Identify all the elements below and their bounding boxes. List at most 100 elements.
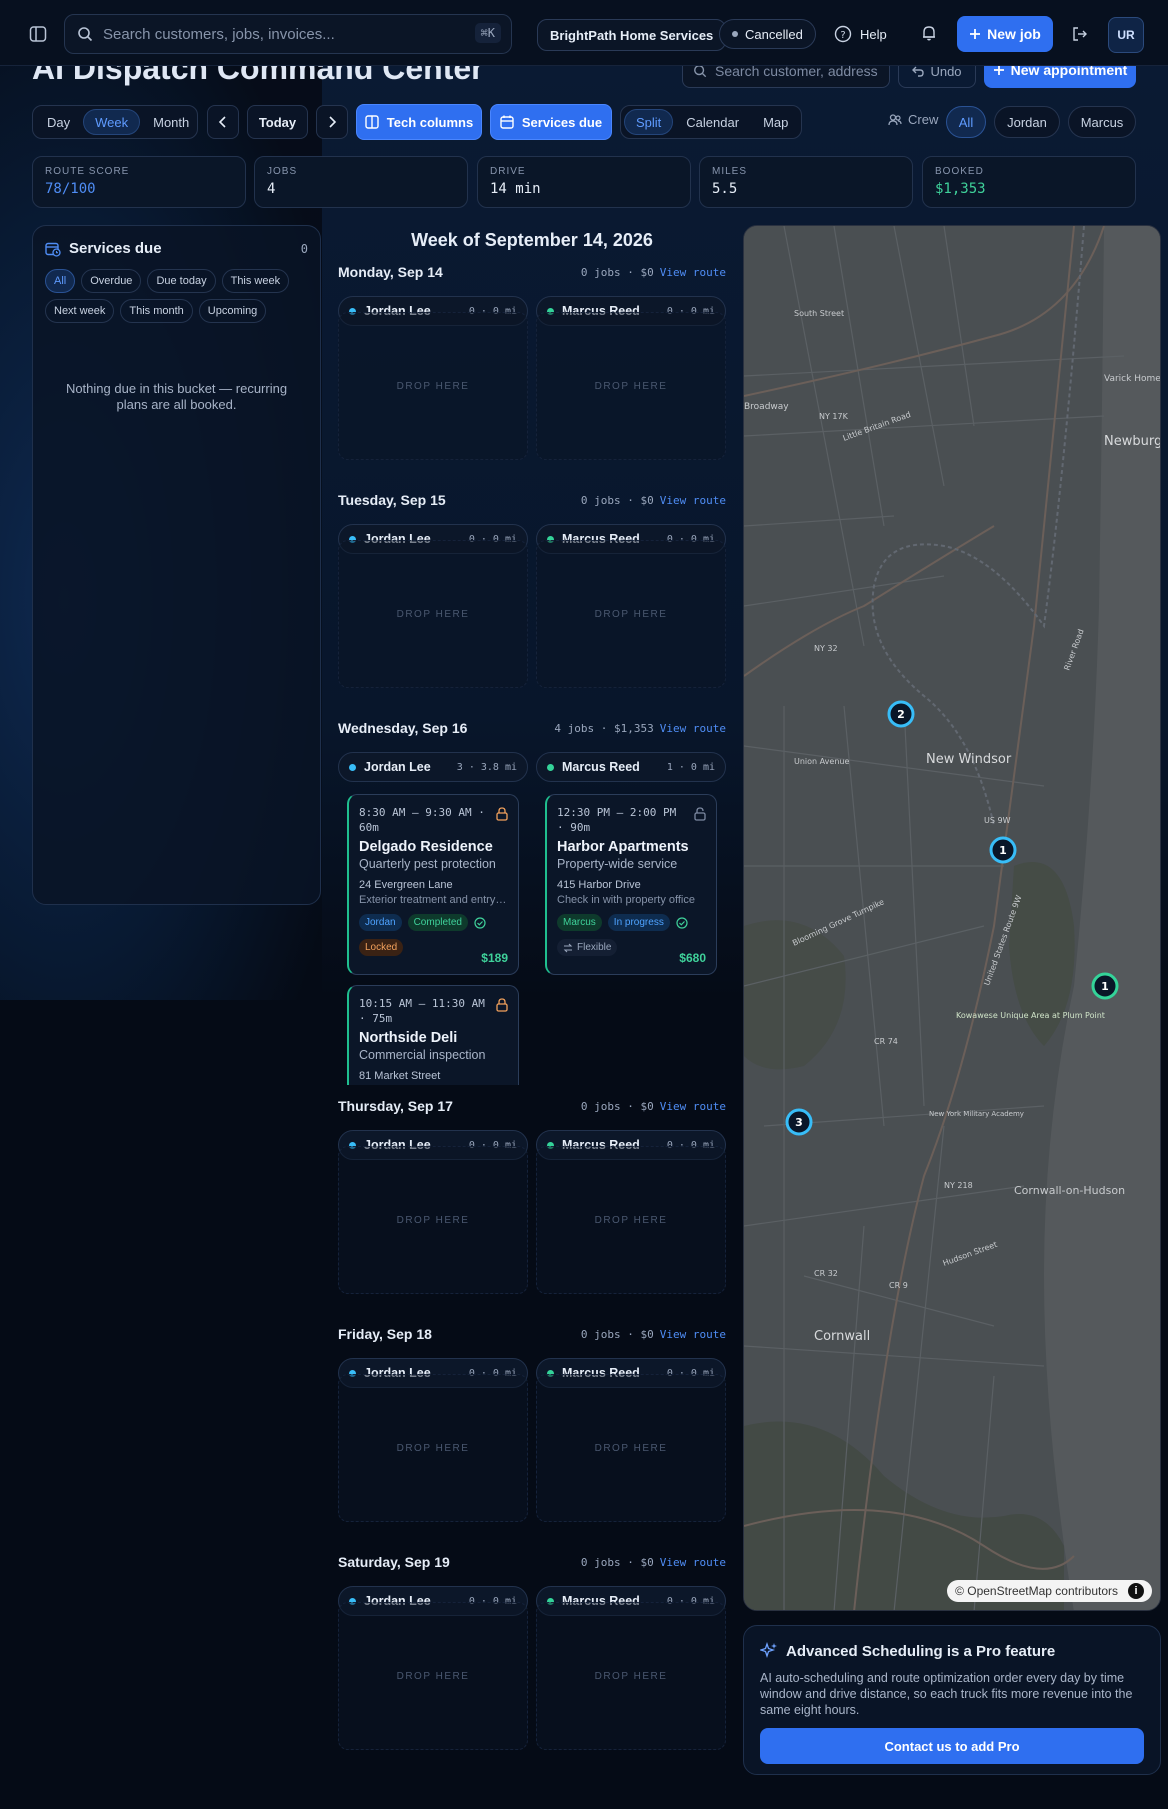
day-summary-text: 0 jobs · $0 bbox=[580, 1100, 654, 1113]
services-due-filters: All Overdue Due today This week Next wee… bbox=[45, 269, 308, 323]
drop-zone[interactable]: DROP HERE bbox=[536, 1374, 726, 1522]
view-route-link[interactable]: View route bbox=[660, 1100, 726, 1113]
sidebar-toggle-icon[interactable] bbox=[24, 20, 52, 48]
search-icon bbox=[78, 27, 93, 42]
drop-zone[interactable]: DROP HERE bbox=[536, 1602, 726, 1750]
job-card-northside[interactable]: 10:15 AM – 11:30 AM · 75m Northside Deli… bbox=[347, 985, 519, 1085]
view-route-link[interactable]: View route bbox=[660, 1556, 726, 1569]
view-week[interactable]: Week bbox=[83, 109, 141, 135]
global-search-input[interactable] bbox=[103, 25, 463, 43]
map-label: NY 218 bbox=[944, 1181, 973, 1190]
tech-name: Marcus Reed bbox=[562, 760, 640, 774]
route-stop-marker[interactable]: 1 bbox=[1091, 972, 1119, 1000]
pro-title: Advanced Scheduling is a Pro feature bbox=[760, 1642, 1144, 1660]
company-selector[interactable]: BrightPath Home Services bbox=[537, 19, 727, 51]
filter-upcoming[interactable]: Upcoming bbox=[198, 299, 267, 323]
services-due-panel: Services due 0 All Overdue Due today Thi… bbox=[32, 225, 321, 905]
route-stop-marker[interactable]: 2 bbox=[887, 700, 915, 728]
drop-zone[interactable]: DROP HERE bbox=[338, 540, 528, 688]
day-name: Tuesday, Sep 15 bbox=[338, 492, 446, 508]
info-icon[interactable]: i bbox=[1128, 1583, 1144, 1599]
day-header: Tuesday, Sep 15 0 jobs · $0 View route bbox=[338, 492, 726, 514]
columns-icon bbox=[365, 115, 379, 129]
map-canvas[interactable]: Newburgh New Windsor Cornwall Cornwall-o… bbox=[744, 226, 1161, 1611]
drop-zone[interactable]: DROP HERE bbox=[338, 312, 528, 460]
filter-all[interactable]: All bbox=[45, 269, 76, 293]
new-job-button[interactable]: New job bbox=[957, 16, 1053, 52]
job-badges: Jordan Completed bbox=[359, 914, 508, 931]
pro-description: AI auto-scheduling and route optimizatio… bbox=[760, 1671, 1133, 1717]
layout-calendar[interactable]: Calendar bbox=[675, 109, 750, 135]
map-label: CR 9 bbox=[889, 1281, 908, 1290]
avatar[interactable]: UR bbox=[1108, 17, 1144, 53]
route-stop-marker[interactable]: 1 bbox=[989, 836, 1017, 864]
job-card-harbor[interactable]: 12:30 PM – 2:00 PM · 90m Harbor Apartmen… bbox=[545, 794, 717, 975]
tech-dot bbox=[547, 763, 554, 771]
day-header: Saturday, Sep 19 0 jobs · $0 View route bbox=[338, 1554, 726, 1576]
today-button[interactable]: Today bbox=[247, 105, 308, 139]
view-route-link[interactable]: View route bbox=[660, 1328, 726, 1341]
day-summary: 0 jobs · $0 View route bbox=[581, 266, 726, 279]
drop-zone[interactable]: DROP HERE bbox=[338, 1602, 528, 1750]
filter-next-week[interactable]: Next week bbox=[45, 299, 115, 323]
contact-pro-button[interactable]: Contact us to add Pro bbox=[760, 1728, 1144, 1764]
tech-badge: Jordan bbox=[359, 914, 402, 931]
map-attribution[interactable]: © OpenStreetMap contributors i bbox=[947, 1580, 1152, 1602]
status-label: Cancelled bbox=[745, 26, 803, 42]
crew-all[interactable]: All bbox=[946, 106, 986, 138]
chevron-right-icon bbox=[329, 116, 337, 128]
services-due-toggle[interactable]: Services due bbox=[490, 104, 612, 140]
filter-this-week[interactable]: This week bbox=[221, 269, 290, 293]
logout-icon[interactable] bbox=[1069, 23, 1091, 45]
view-day[interactable]: Day bbox=[36, 109, 81, 135]
view-route-link[interactable]: View route bbox=[660, 266, 726, 279]
bell-icon[interactable] bbox=[918, 22, 940, 44]
tech-chip-jordan[interactable]: Jordan Lee 3 · 3.8 mi bbox=[338, 752, 528, 782]
next-week-button[interactable] bbox=[316, 105, 348, 139]
crew-jordan[interactable]: Jordan bbox=[994, 106, 1060, 138]
week-title: Week of September 14, 2026 bbox=[411, 230, 653, 250]
map-label: Kowawese Unique Area at Plum Point bbox=[956, 1011, 1105, 1020]
job-time: 8:30 AM – 9:30 AM · 60m bbox=[359, 806, 485, 834]
lock-icon[interactable] bbox=[496, 998, 508, 1017]
status-badge[interactable]: Cancelled bbox=[719, 19, 816, 49]
day-name: Wednesday, Sep 16 bbox=[338, 720, 468, 736]
job-service: Quarterly pest protection bbox=[359, 857, 496, 871]
day-header: Monday, Sep 14 0 jobs · $0 View route bbox=[338, 264, 726, 286]
crew-marcus[interactable]: Marcus bbox=[1068, 106, 1136, 138]
tech-stats: 1 · 0 mi bbox=[666, 761, 715, 773]
day-summary: 4 jobs · $1,353 View route bbox=[554, 722, 726, 735]
unlock-icon[interactable] bbox=[694, 807, 706, 826]
filter-this-month[interactable]: This month bbox=[120, 299, 193, 323]
drop-zone[interactable]: DROP HERE bbox=[536, 540, 726, 688]
view-route-link[interactable]: View route bbox=[660, 494, 726, 507]
route-map[interactable]: Newburgh New Windsor Cornwall Cornwall-o… bbox=[743, 225, 1161, 1611]
job-service: Commercial inspection bbox=[359, 1048, 486, 1062]
help-link[interactable]: ? Help bbox=[834, 22, 887, 46]
map-label: CR 32 bbox=[814, 1269, 838, 1278]
filter-due-today[interactable]: Due today bbox=[147, 269, 216, 293]
day-summary: 0 jobs · $0 View route bbox=[581, 1556, 726, 1569]
lock-icon[interactable] bbox=[496, 807, 508, 826]
job-service: Property-wide service bbox=[557, 857, 678, 871]
stat-drive: DRIVE 14 min bbox=[477, 156, 691, 208]
drop-zone[interactable]: DROP HERE bbox=[338, 1374, 528, 1522]
prev-week-button[interactable] bbox=[207, 105, 239, 139]
job-card-delgado[interactable]: 8:30 AM – 9:30 AM · 60m Delgado Residenc… bbox=[347, 794, 519, 975]
layout-split[interactable]: Split bbox=[624, 109, 674, 135]
filter-overdue[interactable]: Overdue bbox=[81, 269, 142, 293]
tech-chip-marcus[interactable]: Marcus Reed 1 · 0 mi bbox=[536, 752, 726, 782]
view-route-link[interactable]: View route bbox=[660, 722, 726, 735]
plus-icon bbox=[970, 29, 981, 39]
drop-zone[interactable]: DROP HERE bbox=[338, 1146, 528, 1294]
tech-columns-toggle[interactable]: Tech columns bbox=[356, 104, 482, 140]
drop-zone[interactable]: DROP HERE bbox=[536, 312, 726, 460]
svg-text:1: 1 bbox=[999, 844, 1007, 857]
drop-zone[interactable]: DROP HERE bbox=[536, 1146, 726, 1294]
view-month[interactable]: Month bbox=[142, 109, 200, 135]
tech-badge: Marcus bbox=[557, 914, 602, 931]
global-search[interactable]: ⌘K bbox=[64, 14, 512, 54]
layout-map[interactable]: Map bbox=[752, 109, 799, 135]
job-badges: Marcus In progress bbox=[557, 914, 706, 931]
route-stop-marker[interactable]: 3 bbox=[785, 1108, 813, 1136]
